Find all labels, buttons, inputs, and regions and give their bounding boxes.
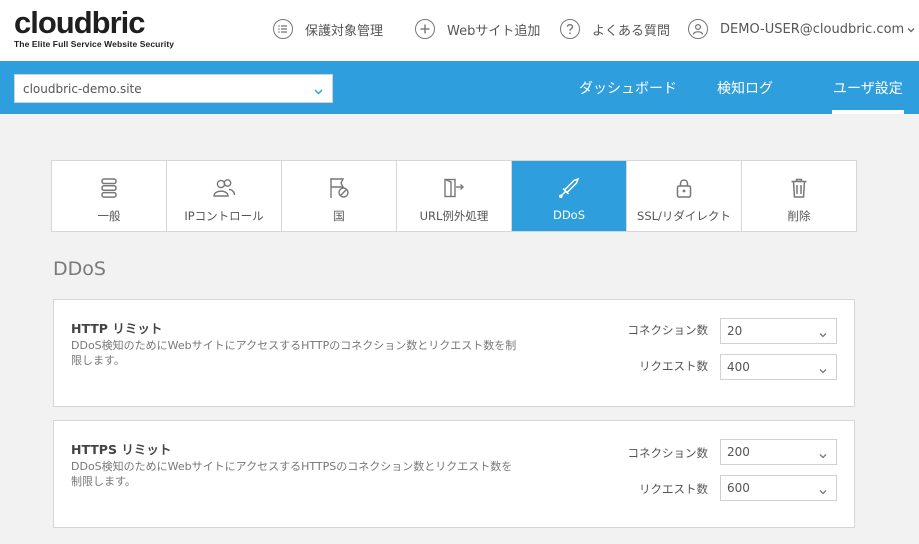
nav-add-website[interactable]: Webサイト追加 [415, 17, 540, 41]
nav-add-website-label: Webサイト追加 [447, 23, 541, 39]
connection-count-select[interactable]: 200 [720, 439, 837, 465]
tab-ddos-label: DDoS [552, 208, 586, 222]
tab-ip-control[interactable]: IPコントロール [167, 161, 282, 231]
tab-url-exceptions[interactable]: URL例外処理 [397, 161, 512, 231]
connection-count-label: コネクション数 [627, 323, 709, 337]
lock-icon [675, 176, 693, 200]
tab-url-exceptions-label: URL例外処理 [419, 209, 489, 223]
connection-count-select[interactable]: 20 [720, 318, 837, 344]
nav-protected-sites-label: 保護対象管理 [305, 23, 384, 39]
nav-faq-label: よくある質問 [592, 23, 671, 39]
nav-protected-sites[interactable]: 保護対象管理 [273, 17, 383, 41]
request-count-value: 600 [727, 481, 750, 495]
flag-block-icon [328, 176, 350, 200]
cloudbric-logo[interactable]: cloudbric The Elite Full Service Website… [14, 5, 175, 49]
chevron-down-icon [314, 84, 323, 98]
card-description: DDoS検知のためにWebサイトにアクセスするHTTPSのコネクション数とリクエ… [71, 460, 513, 488]
tab-country[interactable]: 国 [282, 161, 397, 231]
server-stack-icon [100, 176, 118, 200]
settings-tabs: 一般 IPコントロール 国 URL例外処理 DDoS SSL/リダイレクト 削除 [51, 160, 857, 232]
main-nav-bar: cloudbric-demo.site ダッシュボード 検知ログ ユーザ設定 [0, 61, 919, 114]
nav-user-email: DEMO-USER@cloudbric.com [720, 21, 905, 37]
sword-icon [558, 176, 580, 200]
chevron-down-icon [819, 363, 827, 377]
plus-icon [415, 19, 435, 39]
tab-user-settings[interactable]: ユーザ設定 [832, 78, 904, 114]
tab-general[interactable]: 一般 [52, 161, 167, 231]
tab-delete-label: 削除 [787, 209, 811, 223]
list-icon [273, 19, 293, 39]
tab-delete[interactable]: 削除 [742, 161, 856, 231]
page-title: DDoS [53, 258, 106, 280]
tab-country-label: 国 [333, 209, 345, 223]
card-title: HTTP リミット [71, 321, 163, 336]
request-count-value: 400 [727, 360, 750, 374]
chevron-down-icon [907, 22, 915, 37]
card-title: HTTPS リミット [71, 442, 172, 457]
chevron-down-icon [819, 484, 827, 498]
site-selector[interactable]: cloudbric-demo.site [14, 74, 333, 103]
tab-dashboard[interactable]: ダッシュボード [579, 78, 677, 98]
tab-ddos[interactable]: DDoS [512, 161, 627, 231]
connection-count-value: 200 [727, 445, 750, 459]
site-selector-value: cloudbric-demo.site [23, 81, 142, 96]
exit-door-icon [443, 176, 465, 200]
tab-detection-log[interactable]: 検知ログ [717, 78, 773, 98]
user-icon [688, 19, 708, 39]
tab-general-label: 一般 [97, 209, 121, 223]
users-icon [212, 176, 236, 200]
tab-ssl-redirect-label: SSL/リダイレクト [637, 209, 731, 223]
request-count-select[interactable]: 600 [720, 475, 837, 501]
request-count-select[interactable]: 400 [720, 354, 837, 380]
nav-faq[interactable]: よくある質問 [560, 17, 670, 41]
connection-count-label: コネクション数 [627, 446, 709, 460]
chevron-down-icon [819, 327, 827, 341]
http-limit-card: HTTP リミット DDoS検知のためにWebサイトにアクセスするHTTPのコネ… [53, 299, 855, 407]
request-count-label: リクエスト数 [639, 482, 708, 496]
connection-count-value: 20 [727, 324, 743, 338]
request-count-label: リクエスト数 [639, 359, 708, 373]
card-description: DDoS検知のためにWebサイトにアクセスするHTTPのコネクション数とリクエス… [71, 339, 517, 367]
top-header: cloudbric The Elite Full Service Website… [0, 0, 919, 61]
question-icon [560, 19, 580, 39]
logo-tagline: The Elite Full Service Website Security [14, 39, 175, 49]
trash-icon [790, 176, 808, 200]
tab-ip-control-label: IPコントロール [184, 209, 264, 223]
https-limit-card: HTTPS リミット DDoS検知のためにWebサイトにアクセスするHTTPSの… [53, 420, 855, 528]
logo-wordmark: cloudbric [14, 5, 146, 40]
chevron-down-icon [819, 448, 827, 462]
nav-user-account[interactable]: DEMO-USER@cloudbric.com [688, 17, 915, 41]
tab-ssl-redirect[interactable]: SSL/リダイレクト [627, 161, 742, 231]
